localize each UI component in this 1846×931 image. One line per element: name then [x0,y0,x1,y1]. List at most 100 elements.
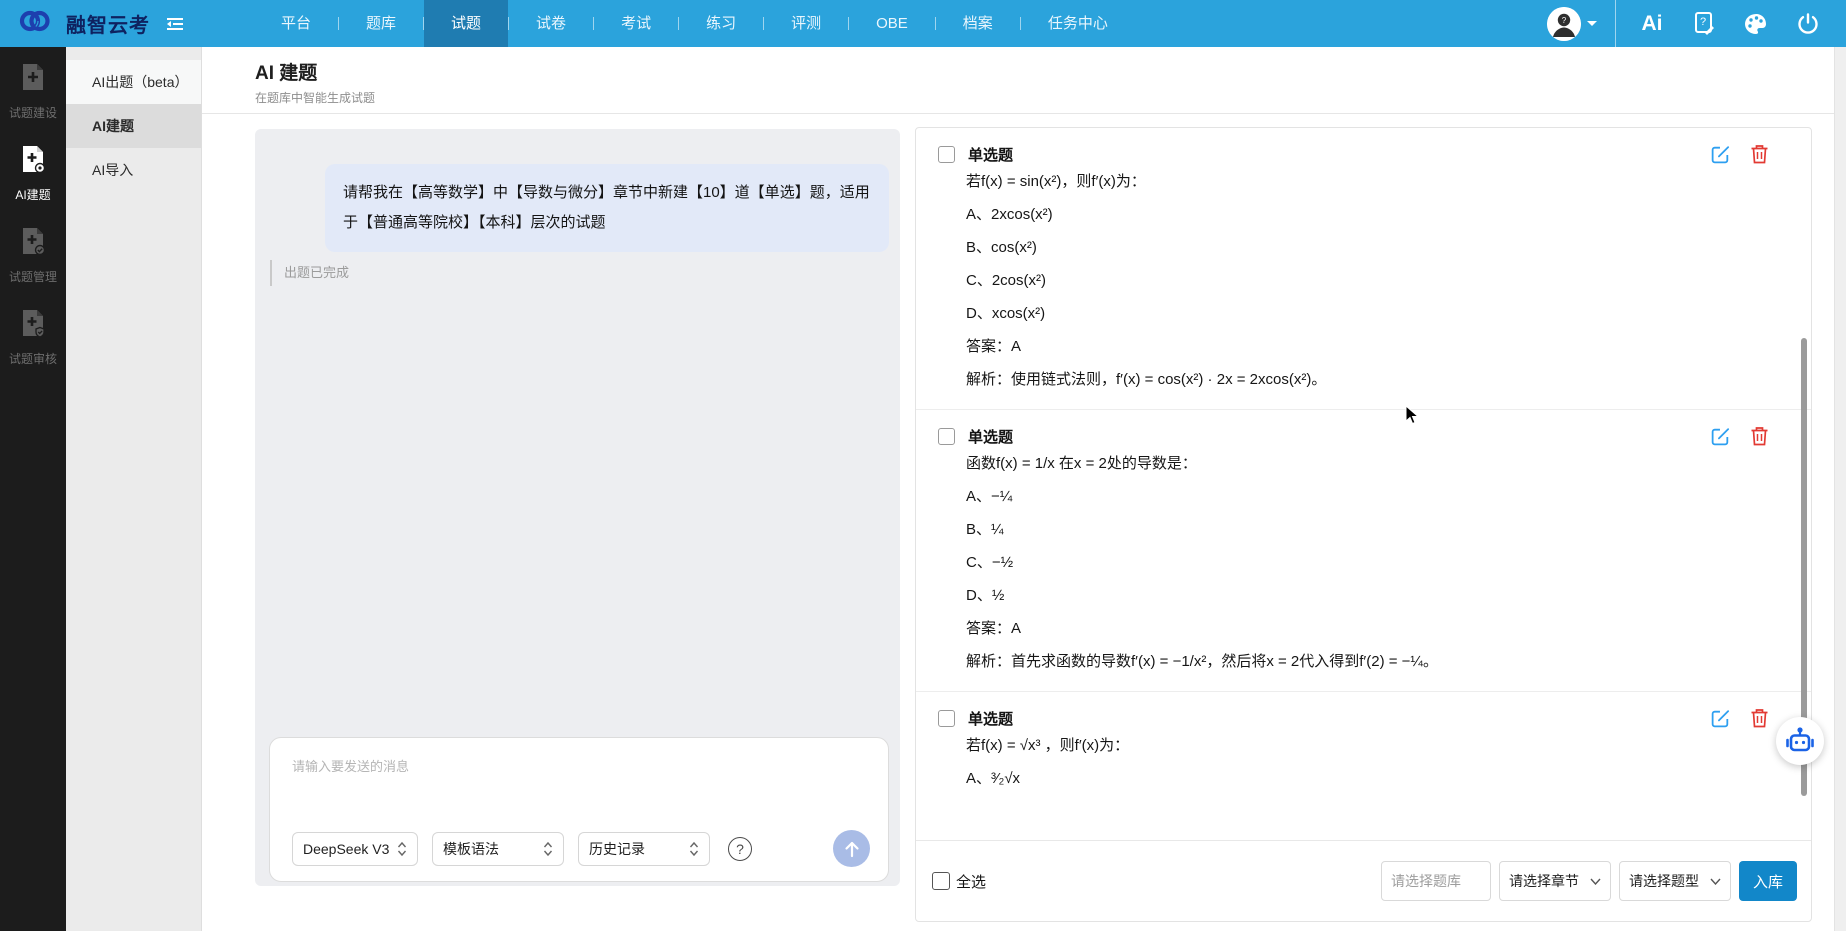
chat-toolbars: DeepSeek V3 模板语法 历史记录 ? [292,832,752,866]
question-option: D、½ [966,587,1005,604]
user-avatar-menu[interactable]: ? [1547,6,1597,41]
sidebar-item-label: AI建题 [15,187,51,202]
select-all-control[interactable]: 全选 [932,871,986,892]
question-type-label: 单选题 [968,147,1014,164]
history-select[interactable]: 历史记录 [578,832,710,866]
chevron-updown-icon [397,841,407,857]
question-checkbox[interactable] [938,428,955,445]
avatar: ? [1547,6,1581,41]
sidebar-item-label: 试题管理 [8,269,57,284]
arrow-up-icon [844,841,859,857]
question-answer: 答案：A [966,338,1022,355]
question-analysis: 解析：首先求函数的导数f′(x) = −1/x²，然后将x = 2代入得到f′(… [966,653,1438,670]
question-card: 单选题 若f(x) = √x³ ，则f′(x)为： A、³⁄₂√x [916,692,1811,808]
question-option: C、−½ [966,554,1014,571]
robot-icon [1786,727,1814,752]
question-option: C、2cos(x²) [966,272,1047,289]
svg-text:?: ? [1700,16,1706,28]
question-analysis: 解析：使用链式法则，f′(x) = cos(x²) · 2x = 2xcos(x… [966,371,1327,388]
template-syntax-select[interactable]: 模板语法 [432,832,564,866]
question-option: A、−¼ [966,488,1013,505]
top-navigation-bar: 融智云考 平台 题库 试题 试卷 考试 练习 评测 OBE 档案 任务中心 ? … [0,0,1846,47]
delete-icon[interactable] [1750,708,1769,729]
page-header: AI 建题 在题库中智能生成试题 [202,47,1846,114]
question-type-select[interactable]: 请选择题型 [1619,861,1731,901]
delete-icon[interactable] [1750,144,1769,165]
nav-task-center[interactable]: 任务中心 [1021,0,1135,47]
nav-questions[interactable]: 试题 [424,0,509,47]
chapter-select[interactable]: 请选择章节 [1499,861,1611,901]
window-scrollbar[interactable] [1834,47,1846,931]
question-checkbox[interactable] [938,146,955,163]
chat-panel: 请帮我在【高等数学】中【导数与微分】章节中新建【10】道【单选】题，适用于【普通… [255,129,900,886]
chevron-down-icon [1710,878,1721,885]
model-select[interactable]: DeepSeek V3 [292,832,418,866]
edit-icon[interactable] [1710,426,1731,447]
model-select-value: DeepSeek V3 [303,841,390,857]
chevron-down-icon [1587,20,1597,31]
collapse-menu-icon[interactable] [166,16,184,32]
help-doc-icon[interactable]: ? [1678,0,1730,47]
logo-icon [16,4,52,43]
question-card: 单选题 函数f(x) = 1/x 在x = 2处的导数是： A、−¼ B、¼ C… [916,410,1811,692]
chevron-down-icon [1590,878,1601,885]
question-option: B、cos(x²) [966,239,1037,256]
question-stem: 函数f(x) = 1/x 在x = 2处的导数是： [966,455,1197,472]
nav-papers[interactable]: 试卷 [509,0,593,47]
nav-archives[interactable]: 档案 [936,0,1020,47]
submenu-item-ai-generate-beta[interactable]: AI出题（beta） [66,60,201,104]
submenu-item-ai-import[interactable]: AI导入 [66,148,201,192]
ai-assistant-button[interactable]: Ai [1626,0,1678,47]
svg-text:?: ? [1562,16,1567,25]
doc-plus-gear-icon [19,144,47,179]
question-checkbox[interactable] [938,710,955,727]
question-type-label: 单选题 [968,711,1014,728]
robot-assistant-button[interactable] [1776,717,1824,765]
question-footer-bar: 全选 请选择章节 请选择题型 入库 [916,840,1811,921]
import-to-bank-button[interactable]: 入库 [1739,861,1797,901]
sidebar-item-question-review[interactable]: 试题审核 [0,299,66,375]
question-option: B、¼ [966,521,1004,538]
edit-icon[interactable] [1710,708,1731,729]
nav-platform[interactable]: 平台 [254,0,338,47]
sidebar-item-label: 试题审核 [8,351,57,366]
doc-plus-check-icon [19,226,47,261]
question-stem: 若f(x) = sin(x²)，则f′(x)为： [966,173,1146,190]
edit-icon[interactable] [1710,144,1731,165]
nav-practice[interactable]: 练习 [679,0,763,47]
bank-select-input[interactable] [1381,861,1491,901]
help-icon[interactable]: ? [728,837,752,861]
generated-questions-panel: 单选题 若f(x) = sin(x²)，则f′(x)为： A、2xcos(x²)… [915,127,1812,922]
message-input[interactable] [292,756,866,816]
question-type-label: 单选题 [968,429,1014,446]
user-message-bubble: 请帮我在【高等数学】中【导数与微分】章节中新建【10】道【单选】题，适用于【普通… [325,164,889,252]
doc-plus-icon [19,62,47,97]
sidebar-item-question-management[interactable]: 试题管理 [0,217,66,293]
send-button[interactable] [833,830,870,867]
sidebar-item-ai-question[interactable]: AI建题 [0,135,66,211]
select-all-checkbox[interactable] [932,872,950,890]
history-select-value: 历史记录 [589,841,645,857]
app-window: 融智云考 平台 题库 试题 试卷 考试 练习 评测 OBE 档案 任务中心 ? … [0,0,1846,931]
module-sidebar: 试题建设 AI建题 试题管理 试题审核 [0,47,66,931]
question-option: A、³⁄₂√x [966,770,1021,787]
nav-obe[interactable]: OBE [849,0,935,47]
select-all-label: 全选 [956,873,987,891]
sidebar-item-question-building[interactable]: 试题建设 [0,53,66,129]
topbar-divider [1615,0,1616,47]
question-answer: 答案：A [966,620,1022,637]
submenu-item-ai-build[interactable]: AI建题 [66,104,201,148]
delete-icon[interactable] [1750,426,1769,447]
question-option: D、xcos(x²) [966,305,1046,322]
question-stem: 若f(x) = √x³ ，则f′(x)为： [966,737,1130,754]
nav-evaluation[interactable]: 评测 [764,0,848,47]
theme-palette-icon[interactable] [1730,0,1782,47]
power-logout-icon[interactable] [1782,0,1834,47]
topbar-right-actions: ? Ai ? [1547,0,1834,47]
nav-question-bank[interactable]: 题库 [339,0,423,47]
question-list: 单选题 若f(x) = sin(x²)，则f′(x)为： A、2xcos(x²)… [916,128,1811,840]
nav-exams[interactable]: 考试 [594,0,678,47]
top-nav-items: 平台 题库 试题 试卷 考试 练习 评测 OBE 档案 任务中心 [254,0,1135,47]
sidebar-item-label: 试题建设 [8,105,57,120]
footer-controls: 请选择章节 请选择题型 入库 [1381,861,1797,901]
